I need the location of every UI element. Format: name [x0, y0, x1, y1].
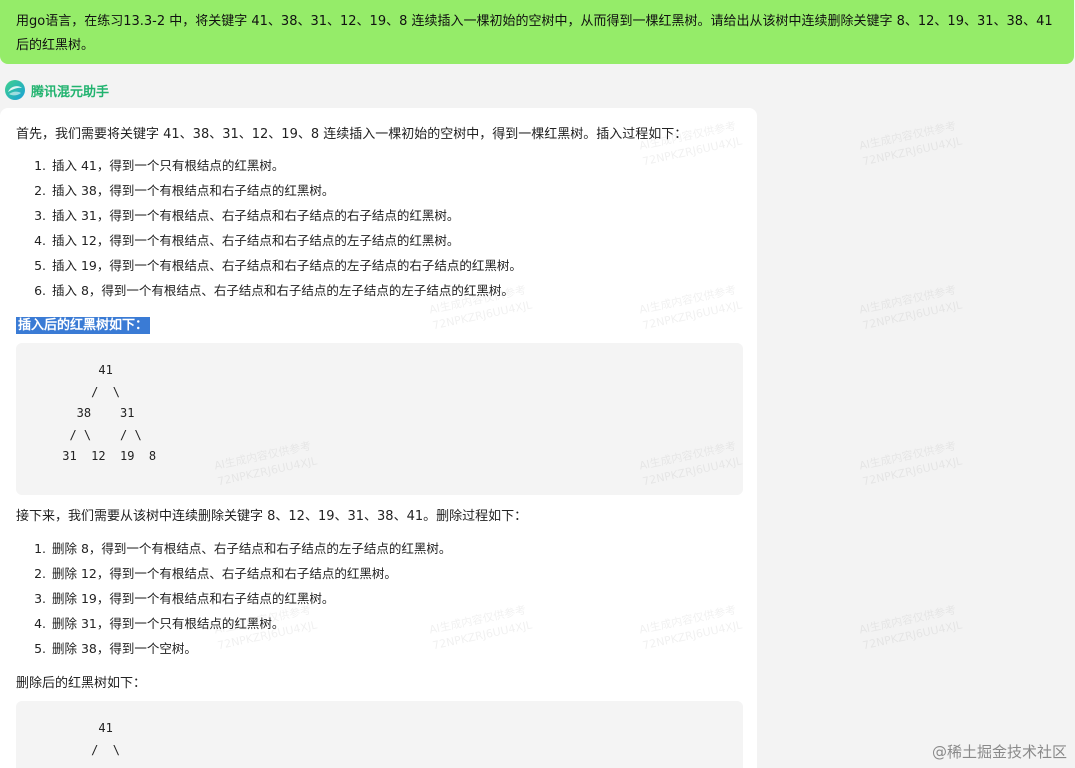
- answer-intro: 首先，我们需要将关键字 41、38、31、12、19、8 连续插入一棵初始的空树…: [16, 127, 688, 142]
- assistant-name: 腾讯混元助手: [31, 84, 110, 100]
- user-question-bubble: 用go语言，在练习13.3-2 中，将关键字 41、38、31、12、19、8 …: [0, 0, 1074, 64]
- after-delete-label: 删除后的红黑树如下：: [16, 676, 147, 691]
- code-block-tree-after-delete: 41 / \: [16, 701, 743, 768]
- hunyuan-logo-icon: [5, 80, 25, 100]
- watermark-text: AI生成内容仅供参考72NPKZRJ6UU4XJL: [857, 283, 964, 333]
- list-item: 1. 插入 41，得到一个只有根结点的红黑树。: [34, 158, 285, 173]
- assistant-header: 腾讯混元助手: [4, 78, 109, 102]
- list-item: 2. 插入 38，得到一个有根结点和右子结点的红黑树。: [34, 183, 335, 198]
- selected-text-highlight[interactable]: 插入后的红黑树如下：: [16, 317, 151, 334]
- tree-diagram-text: 41 / \ 38 31 / \ / \ 31 12 19 8: [62, 363, 157, 463]
- list-item: 1. 删除 8，得到一个有根结点、右子结点和右子结点的左子结点的红黑树。: [34, 541, 452, 556]
- list-item: 6. 插入 8，得到一个有根结点、右子结点和右子结点的左子结点的左子结点的红黑树…: [34, 283, 514, 298]
- delete-intro: 接下来，我们需要从该树中连续删除关键字 8、12、19、31、38、41。删除过…: [16, 509, 528, 524]
- chat-page: 用go语言，在练习13.3-2 中，将关键字 41、38、31、12、19、8 …: [0, 0, 1075, 768]
- assistant-answer-card: 首先，我们需要将关键字 41、38、31、12、19、8 连续插入一棵初始的空树…: [0, 108, 757, 768]
- list-item: 4. 插入 12，得到一个有根结点、右子结点和右子结点的左子结点的红黑树。: [34, 233, 460, 248]
- list-item: 3. 删除 19，得到一个有根结点和右子结点的红黑树。: [34, 591, 335, 606]
- list-item: 2. 删除 12，得到一个有根结点、右子结点和右子结点的红黑树。: [34, 566, 397, 581]
- list-item: 3. 插入 31，得到一个有根结点、右子结点和右子结点的右子结点的红黑树。: [34, 208, 460, 223]
- after-insert-label: 插入后的红黑树如下：: [16, 316, 151, 336]
- tree-diagram-text: 41 / \: [91, 721, 121, 757]
- delete-steps-list: 1. 删除 8，得到一个有根结点、右子结点和右子结点的左子结点的红黑树。 2. …: [16, 536, 451, 661]
- code-block-tree-after-insert: 41 / \ 38 31 / \ / \ 31 12 19 8: [16, 343, 743, 495]
- insert-steps-list: 1. 插入 41，得到一个只有根结点的红黑树。 2. 插入 38，得到一个有根结…: [16, 153, 522, 303]
- watermark-text: AI生成内容仅供参考72NPKZRJ6UU4XJL: [857, 603, 964, 653]
- list-item: 4. 删除 31，得到一个只有根结点的红黑树。: [34, 616, 285, 631]
- list-item: 5. 删除 38，得到一个空树。: [34, 641, 197, 656]
- list-item: 5. 插入 19，得到一个有根结点、右子结点和右子结点的左子结点的右子结点的红黑…: [34, 258, 522, 273]
- watermark-text: AI生成内容仅供参考72NPKZRJ6UU4XJL: [857, 439, 964, 489]
- site-watermark: @稀土掘金技术社区: [931, 743, 1067, 761]
- watermark-text: AI生成内容仅供参考72NPKZRJ6UU4XJL: [857, 119, 964, 169]
- user-question-text: 用go语言，在练习13.3-2 中，将关键字 41、38、31、12、19、8 …: [16, 14, 1053, 53]
